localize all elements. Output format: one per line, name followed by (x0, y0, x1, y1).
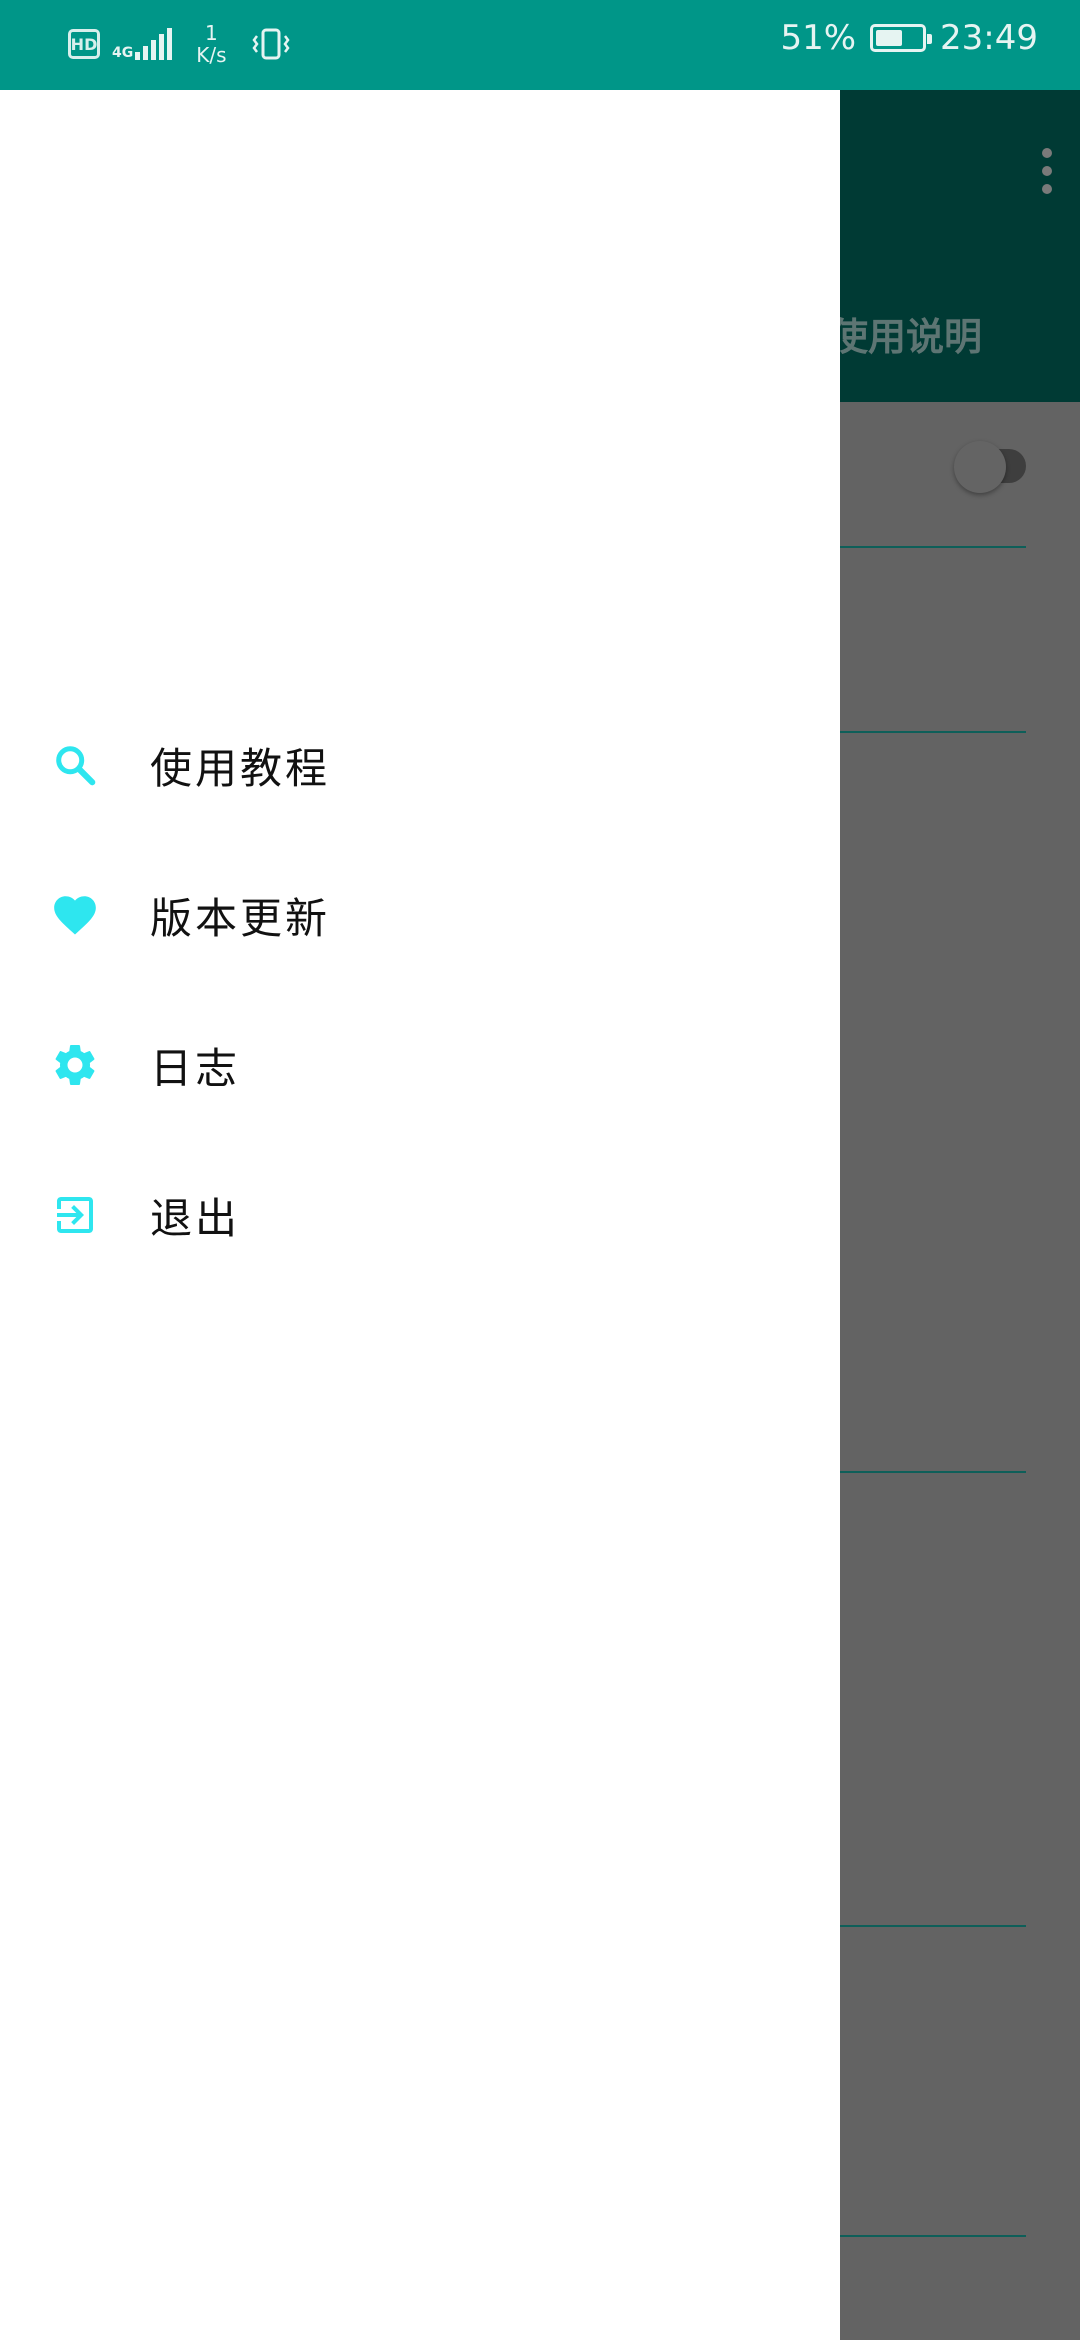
network-speed: 1 K/s (196, 22, 226, 66)
drawer-item-log[interactable]: 日志 (0, 990, 840, 1140)
search-icon (50, 740, 100, 790)
signal-icon (135, 28, 173, 60)
status-bar: HD 4G 1 K/s 51% 23:49 (0, 0, 1080, 90)
network-type: 4G (112, 45, 134, 61)
drawer-item-label: 版本更新 (150, 893, 331, 943)
drawer-item-tutorial[interactable]: 使用教程 (0, 690, 840, 840)
background-divider (840, 2235, 1026, 2237)
speed-unit: K/s (196, 43, 227, 67)
gear-icon (50, 1040, 100, 1090)
drawer-item-version-update[interactable]: 版本更新 (0, 840, 840, 990)
hd-badge: HD (68, 29, 100, 59)
heart-icon (50, 890, 100, 940)
drawer-item-label: 退出 (150, 1193, 241, 1243)
vibrate-icon (251, 28, 290, 60)
background-divider (840, 546, 1026, 548)
speed-value: 1 (205, 21, 218, 45)
battery-percent: 51% (780, 18, 857, 58)
exit-icon (50, 1190, 100, 1240)
toggle-thumb (954, 441, 1006, 493)
background-divider (840, 1925, 1026, 1927)
network-indicator: 4G (112, 28, 173, 61)
navigation-drawer: 使用教程 版本更新 日志 退出 (0, 90, 840, 2340)
drawer-item-label: 使用教程 (150, 743, 331, 793)
background-divider (840, 731, 1026, 733)
background-toggle-switch[interactable] (954, 441, 1026, 493)
status-right: 51% 23:49 (780, 18, 1038, 58)
drawer-item-exit[interactable]: 退出 (0, 1140, 840, 1290)
clock: 23:49 (940, 18, 1038, 58)
background-divider (840, 1471, 1026, 1473)
tab-usage-instructions[interactable]: 使用说明 (830, 306, 982, 361)
drawer-item-label: 日志 (150, 1043, 241, 1093)
battery-icon (870, 24, 933, 52)
battery-fill (876, 30, 902, 46)
status-left: HD 4G 1 K/s (68, 22, 291, 66)
overflow-menu-icon[interactable] (1042, 148, 1052, 194)
